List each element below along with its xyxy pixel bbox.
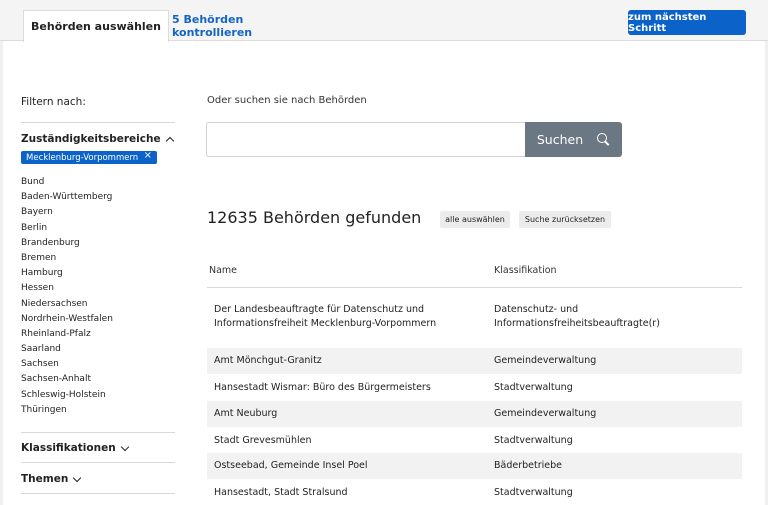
state-filter-item[interactable]: Hamburg <box>21 266 113 281</box>
state-filter-item[interactable]: Hessen <box>21 281 113 296</box>
chip-label: Mecklenburg-Vorpommern <box>26 152 139 163</box>
result-count: 12635 Behörden gefunden <box>207 208 422 227</box>
next-step-button[interactable]: zum nächsten Schritt <box>628 10 746 35</box>
table-row[interactable]: Der Landesbeauftragte für Datenschutz un… <box>207 295 742 348</box>
cell-classification: Bäderbetriebe <box>494 460 562 471</box>
state-list: Bund Baden-Württemberg Bayern Berlin Branden… <box>21 175 113 418</box>
state-filter-item[interactable]: Berlin <box>21 221 113 236</box>
column-header-classification[interactable]: Klassifikation <box>494 265 557 276</box>
state-filter-item[interactable]: Schleswig-Holstein <box>21 388 113 403</box>
cell-name: Der Landesbeauftragte für Datenschutz un… <box>214 304 437 329</box>
cell-classification: Stadtverwaltung <box>494 382 573 393</box>
table-row[interactable]: Stadt Grevesmühlen Stadtverwaltung <box>207 427 742 453</box>
chevron-up-icon <box>165 136 174 146</box>
table-row[interactable]: Hansestadt, Stadt Stralsund Stadtverwalt… <box>207 479 742 505</box>
cell-classification: Datenschutz- und Informationsfreiheitsbe… <box>494 304 660 329</box>
state-filter-item[interactable]: Nordrhein-Westfalen <box>21 312 113 327</box>
section-label: Zuständigkeitsbereiche <box>21 133 161 145</box>
table-row[interactable]: Hansestadt Wismar: Büro des Bürgermeiste… <box>207 374 742 401</box>
section-toggle-classifications[interactable]: Klassifikationen <box>21 442 129 454</box>
close-icon[interactable]: × <box>144 150 152 161</box>
chevron-down-icon <box>120 442 129 451</box>
chevron-down-icon <box>73 473 82 482</box>
sidebar-divider <box>21 493 175 494</box>
table-row[interactable]: Amt Neuburg Gemeindeverwaltung <box>207 401 742 427</box>
cell-name: Amt Mönchgut-Granitz <box>214 355 322 366</box>
state-filter-item[interactable]: Sachsen-Anhalt <box>21 372 113 387</box>
select-all-button[interactable]: alle auswählen <box>440 211 510 228</box>
state-filter-item[interactable]: Brandenburg <box>21 236 113 251</box>
filter-title: Filtern nach: <box>21 96 86 108</box>
search-button[interactable]: Suchen <box>525 122 622 157</box>
state-filter-item[interactable]: Bremen <box>21 251 113 266</box>
search-input[interactable] <box>206 122 526 157</box>
cell-classification: Stadtverwaltung <box>494 435 573 446</box>
left-edge <box>0 41 3 505</box>
sidebar-divider <box>21 432 175 433</box>
cell-classification: Gemeindeverwaltung <box>494 408 597 419</box>
column-header-name[interactable]: Name <box>209 265 237 276</box>
cell-name: Hansestadt, Stadt Stralsund <box>214 487 348 498</box>
cell-name: Ostseebad, Gemeinde Insel Poel <box>214 460 368 471</box>
table-header-divider <box>207 287 742 288</box>
section-label: Klassifikationen <box>21 442 116 454</box>
state-filter-item[interactable]: Bayern <box>21 205 113 220</box>
search-icon <box>597 133 610 146</box>
state-filter-item[interactable]: Sachsen <box>21 357 113 372</box>
state-filter-item[interactable]: Saarland <box>21 342 113 357</box>
cell-name: Hansestadt Wismar: Büro des Bürgermeiste… <box>214 382 431 393</box>
search-label: Oder suchen sie nach Behörden <box>207 95 367 106</box>
sidebar-divider <box>21 122 175 123</box>
tab-check-authorities[interactable]: 5 Behörden kontrollieren <box>172 10 326 42</box>
top-bar: Behörden auswählen 5 Behörden kontrollie… <box>0 0 768 42</box>
tab-select-authorities[interactable]: Behörden auswählen <box>23 10 169 42</box>
state-filter-item[interactable]: Rheinland-Pfalz <box>21 327 113 342</box>
section-label: Themen <box>21 473 69 485</box>
sidebar-divider <box>21 462 175 463</box>
cell-classification: Stadtverwaltung <box>494 487 573 498</box>
selected-filter-chip[interactable]: Mecklenburg-Vorpommern × <box>21 150 157 164</box>
state-filter-item[interactable]: Niedersachsen <box>21 297 113 312</box>
cell-classification: Gemeindeverwaltung <box>494 355 597 366</box>
reset-search-button[interactable]: Suche zurücksetzen <box>519 211 611 228</box>
search-button-label: Suchen <box>536 132 584 147</box>
table-row[interactable]: Amt Mönchgut-Granitz Gemeindeverwaltung <box>207 348 742 374</box>
state-filter-item[interactable]: Bund <box>21 175 113 190</box>
cell-name: Stadt Grevesmühlen <box>214 435 312 446</box>
section-toggle-topics[interactable]: Themen <box>21 473 82 485</box>
state-filter-item[interactable]: Baden-Württemberg <box>21 190 113 205</box>
state-filter-item[interactable]: Thüringen <box>21 403 113 418</box>
table-row[interactable]: Ostseebad, Gemeinde Insel Poel Bäderbetr… <box>207 453 742 479</box>
section-toggle-jurisdiction[interactable]: Zuständigkeitsbereiche <box>21 133 174 146</box>
cell-name: Amt Neuburg <box>214 408 278 419</box>
